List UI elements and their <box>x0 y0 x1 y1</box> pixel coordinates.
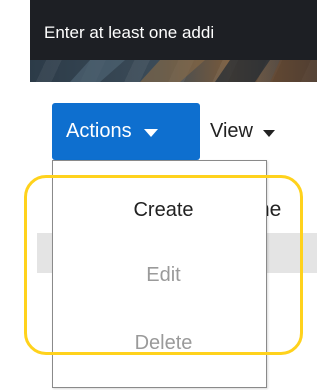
menu-item-create[interactable]: Create <box>53 199 266 222</box>
actions-button[interactable]: Actions <box>52 103 200 160</box>
banner-text: Enter at least one addi <box>30 0 317 60</box>
chevron-down-icon <box>263 129 275 137</box>
view-menu-label: View <box>210 120 253 142</box>
actions-dropdown-menu: Create Edit Delete <box>52 160 267 388</box>
menu-item-delete[interactable]: Delete <box>53 332 266 355</box>
actions-button-label: Actions <box>66 120 132 142</box>
instructions-banner: Enter at least one addi <box>30 0 317 82</box>
view-menu-button[interactable]: View <box>210 103 275 160</box>
menu-item-edit[interactable]: Edit <box>53 264 266 287</box>
chevron-down-icon <box>143 129 158 137</box>
